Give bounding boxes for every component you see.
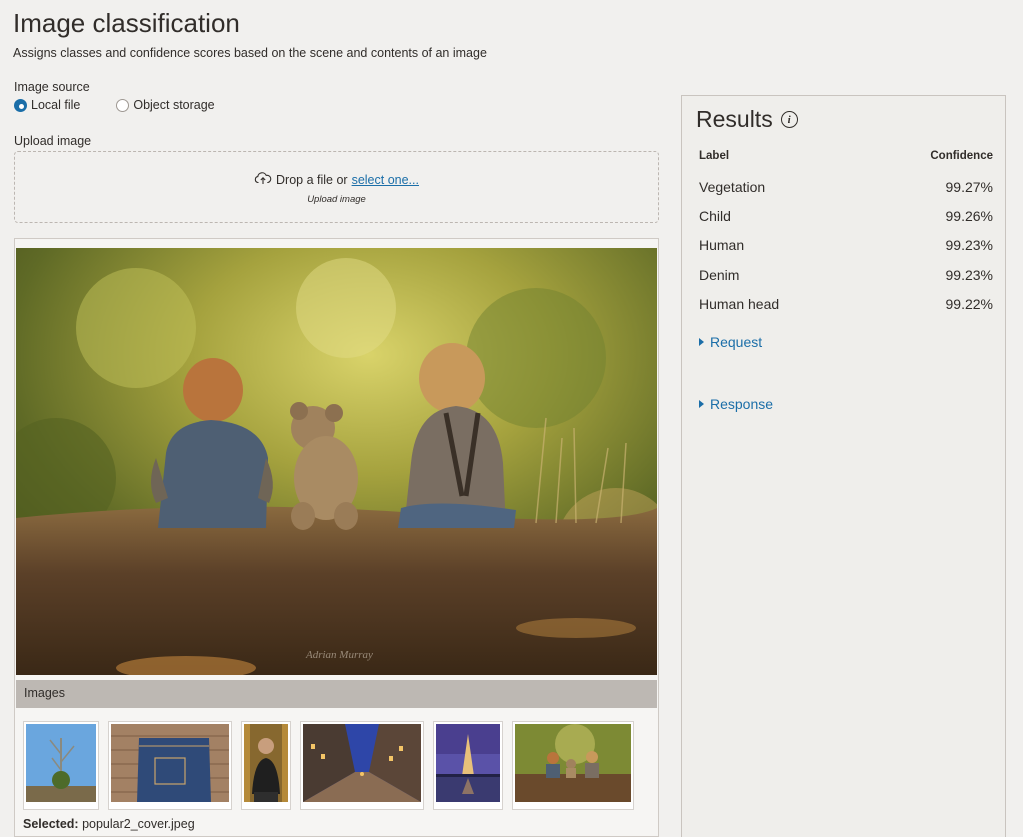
table-row: Human 99.23% bbox=[699, 231, 993, 260]
thumbnail-tree[interactable] bbox=[23, 721, 99, 810]
image-source-radio-group: Local file Object storage bbox=[14, 98, 215, 112]
cloud-upload-icon bbox=[254, 171, 272, 188]
table-row: Denim 99.23% bbox=[699, 260, 993, 289]
page-title: Image classification bbox=[13, 8, 240, 38]
radio-local-file-label: Local file bbox=[31, 98, 81, 112]
table-row: Human head 99.22% bbox=[699, 289, 993, 318]
radio-object-storage-indicator[interactable] bbox=[116, 98, 130, 112]
request-label: Request bbox=[710, 334, 763, 350]
drop-text: Drop a file or bbox=[276, 172, 348, 187]
info-icon[interactable]: i bbox=[780, 111, 798, 128]
thumbnail-denim-jeans[interactable] bbox=[108, 721, 232, 810]
preview-image: Adrian Murray bbox=[16, 248, 657, 675]
result-label: Human bbox=[699, 237, 745, 254]
upload-hint: Upload image bbox=[307, 194, 366, 205]
result-label: Vegetation bbox=[699, 178, 766, 195]
response-label: Response bbox=[710, 396, 774, 412]
caret-right-icon bbox=[699, 338, 704, 346]
select-file-link[interactable]: select one... bbox=[352, 173, 419, 187]
thumbnail-eiffel-tower[interactable] bbox=[433, 721, 503, 810]
upload-dropzone[interactable]: Drop a file or select one... Upload imag… bbox=[14, 151, 659, 223]
images-section-header: Images bbox=[16, 680, 657, 708]
selected-file-line: Selected: popular2_cover.jpeg bbox=[23, 817, 195, 831]
results-title: Results bbox=[696, 106, 773, 132]
caret-right-icon bbox=[699, 400, 704, 408]
radio-local-file[interactable]: Local file bbox=[14, 98, 80, 112]
result-label: Child bbox=[699, 207, 731, 224]
thumbnail-strip bbox=[23, 721, 634, 810]
image-preview-frame: Adrian Murray Images Selected: popular2_… bbox=[14, 238, 659, 837]
selected-file-label: Selected: bbox=[23, 817, 79, 831]
results-table-header: Label Confidence bbox=[699, 150, 993, 172]
thumbnail-man-portrait[interactable] bbox=[241, 721, 291, 810]
result-label: Denim bbox=[699, 266, 740, 283]
result-confidence: 99.23% bbox=[945, 266, 993, 283]
radio-local-file-indicator[interactable] bbox=[14, 98, 27, 112]
result-confidence: 99.26% bbox=[945, 207, 993, 224]
results-panel: Results i Label Confidence Vegetation 99… bbox=[681, 95, 1006, 837]
result-confidence: 99.22% bbox=[945, 295, 993, 312]
selected-file-name: popular2_cover.jpeg bbox=[82, 817, 195, 831]
page-subtitle: Assigns classes and confidence scores ba… bbox=[13, 46, 487, 60]
results-table: Label Confidence Vegetation 99.27% Child… bbox=[699, 150, 993, 318]
radio-object-storage-label: Object storage bbox=[133, 98, 215, 112]
image-source-label: Image source bbox=[14, 80, 90, 94]
request-expander[interactable]: Request bbox=[699, 334, 762, 350]
column-header-confidence: Confidence bbox=[930, 150, 993, 162]
result-confidence: 99.27% bbox=[945, 178, 993, 195]
response-expander[interactable]: Response bbox=[699, 396, 773, 412]
result-label: Human head bbox=[699, 295, 780, 312]
table-row: Child 99.26% bbox=[699, 201, 993, 230]
result-confidence: 99.23% bbox=[945, 237, 993, 254]
watermark-text: Adrian Murray bbox=[305, 649, 373, 661]
table-row: Vegetation 99.27% bbox=[699, 172, 993, 201]
column-header-label: Label bbox=[699, 150, 730, 162]
results-title-row: Results i bbox=[696, 106, 798, 133]
thumbnail-city-street[interactable] bbox=[300, 721, 424, 810]
drop-line: Drop a file or select one... bbox=[254, 171, 419, 188]
thumbnail-kids-teddy[interactable] bbox=[512, 721, 634, 810]
upload-image-label: Upload image bbox=[14, 134, 92, 148]
radio-object-storage[interactable]: Object storage bbox=[116, 98, 215, 112]
